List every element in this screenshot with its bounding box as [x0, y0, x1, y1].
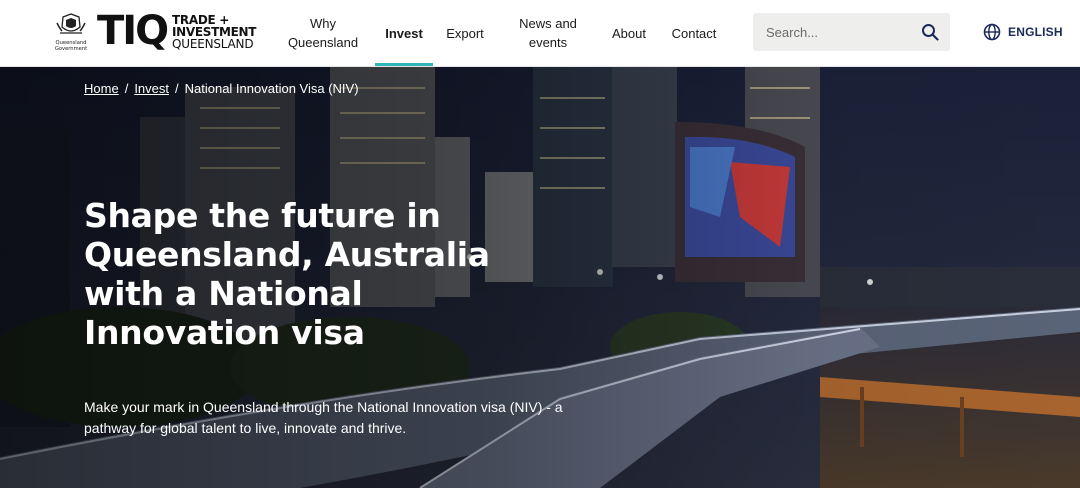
nav-export[interactable]: Export [440, 0, 490, 66]
brand-line3: QUEENSLAND [172, 37, 254, 51]
breadcrumb: Home / Invest / National Innovation Visa… [84, 81, 359, 96]
site-header: Queensland Government TIQ TRADE + INVEST… [0, 0, 1080, 67]
nav-active-indicator [375, 63, 433, 66]
nav-news-and-events[interactable]: News and events [512, 0, 584, 66]
language-selector[interactable]: ENGLISH [983, 22, 1063, 42]
crest-line2-text: Government [55, 46, 87, 52]
nav-invest[interactable]: Invest [375, 0, 433, 66]
nav-why-queensland[interactable]: Why Queensland [284, 0, 362, 66]
search-box [753, 13, 950, 51]
breadcrumb-separator: / [124, 81, 129, 96]
search-input[interactable] [753, 13, 916, 51]
hero-banner: Home / Invest / National Innovation Visa… [0, 67, 1080, 488]
breadcrumb-home-link[interactable]: Home [84, 81, 119, 96]
queensland-government-crest-icon[interactable]: Queensland Government [54, 13, 88, 53]
tiq-logo[interactable]: TIQ [97, 8, 169, 54]
breadcrumb-invest-link[interactable]: Invest [134, 81, 169, 96]
hero-description: Make your mark in Queensland through the… [84, 399, 563, 436]
hero-title: Shape the future in Queensland, Australi… [84, 196, 490, 352]
breadcrumb-separator: / [175, 81, 179, 96]
breadcrumb-current-page: National Innovation Visa (NIV) [184, 81, 359, 96]
brand-wordmark[interactable]: TRADE + INVESTMENT QUEENSLAND [172, 14, 264, 51]
nav-about[interactable]: About [604, 0, 654, 66]
search-icon[interactable] [921, 23, 939, 41]
globe-icon [983, 23, 1001, 41]
language-label: ENGLISH [1008, 25, 1063, 39]
nav-contact[interactable]: Contact [666, 0, 722, 66]
